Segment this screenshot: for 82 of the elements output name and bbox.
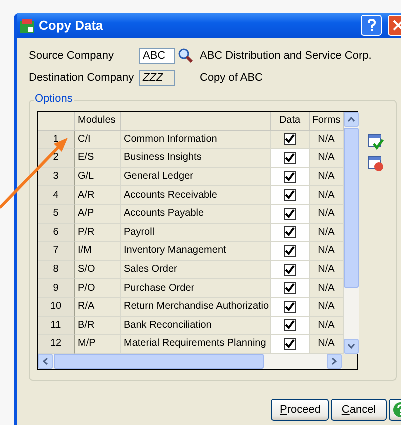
checkbox[interactable] [284, 208, 296, 220]
source-company-field[interactable]: ABC [139, 48, 175, 64]
row-number[interactable]: 12 [38, 335, 75, 354]
column-header[interactable]: Forms [310, 112, 344, 131]
row-number[interactable]: 6 [38, 224, 75, 242]
scroll-left-icon[interactable] [43, 358, 48, 365]
table-cell: N/A [310, 335, 344, 354]
table-cell: N/A [310, 298, 344, 317]
grid-check-icon[interactable] [368, 134, 384, 150]
row-number[interactable]: 11 [38, 316, 75, 336]
table-cell: S/O [75, 260, 121, 280]
checkbox[interactable] [284, 282, 296, 294]
checkbox[interactable] [284, 300, 296, 313]
app-icon [19, 18, 35, 34]
field-label: Destination Company [29, 72, 136, 84]
checkbox[interactable] [284, 319, 296, 332]
row-number[interactable]: 3 [38, 168, 75, 186]
table-cell: N/A [310, 279, 344, 298]
table-cell: N/A [310, 168, 344, 186]
checkbox[interactable] [284, 264, 296, 276]
table-cell: P/R [75, 224, 121, 242]
row-number[interactable]: 7 [38, 242, 75, 261]
table-cell: N/A [310, 204, 344, 224]
table-cell: General Ledger [121, 168, 271, 186]
table-cell: G/L [75, 168, 121, 186]
table-cell: Sales Order [121, 260, 271, 280]
table-cell: Inventory Management [121, 242, 271, 261]
row-number[interactable]: 9 [38, 279, 75, 298]
table-cell: N/A [310, 242, 344, 261]
search-icon[interactable] [178, 48, 194, 64]
table-cell: N/A [310, 224, 344, 242]
table-cell: N/A [310, 316, 344, 336]
column-header[interactable]: Data [271, 112, 310, 131]
table-cell: Material Requirements Planning [121, 335, 271, 354]
company-name: Copy of ABC [200, 72, 263, 84]
grid-clear-icon[interactable] [368, 156, 384, 172]
column-header[interactable]: Modules [75, 112, 121, 131]
table-cell: B/R [75, 316, 121, 336]
table-cell: A/R [75, 186, 121, 205]
table-cell: A/P [75, 204, 121, 224]
table-cell: R/A [75, 298, 121, 317]
scroll-down-icon[interactable] [348, 344, 355, 349]
checkbox[interactable] [284, 152, 296, 164]
field-label: Source Company [29, 50, 115, 62]
row-number[interactable]: 5 [38, 204, 75, 224]
table-cell: P/O [75, 279, 121, 298]
table-cell: E/S [75, 149, 121, 168]
table-cell: N/A [310, 149, 344, 168]
row-number[interactable]: 8 [38, 260, 75, 280]
table-cell: Return Merchandise Authorizatio [121, 298, 271, 317]
table-cell: Payroll [121, 224, 271, 242]
horizontal-scrollbar[interactable] [38, 354, 342, 369]
table-cell: I/M [75, 242, 121, 261]
vertical-scrollbar[interactable] [344, 112, 359, 354]
checkbox[interactable] [284, 133, 296, 146]
table-cell: Accounts Receivable [121, 186, 271, 205]
proceed-button[interactable]: Proceed [271, 399, 329, 421]
row-number[interactable]: 10 [38, 298, 75, 317]
help-icon[interactable] [361, 15, 382, 36]
table-cell: Common Information [121, 130, 271, 150]
checkbox[interactable] [284, 170, 296, 183]
table-cell: Accounts Payable [121, 204, 271, 224]
company-name: ABC Distribution and Service Corp. [200, 50, 372, 62]
cancel-button[interactable]: Cancel [331, 399, 387, 421]
checkbox[interactable] [284, 226, 296, 238]
table-cell: M/P [75, 335, 121, 354]
table-cell: N/A [310, 186, 344, 205]
scroll-up-icon[interactable] [348, 117, 355, 122]
table-cell: Business Insights [121, 149, 271, 168]
table-cell: C/I [75, 130, 121, 150]
checkbox[interactable] [284, 244, 296, 257]
group-title: Options [34, 93, 74, 105]
table-cell: Bank Reconciliation [121, 316, 271, 336]
scroll-right-icon[interactable] [332, 358, 337, 365]
row-number[interactable]: 4 [38, 186, 75, 205]
table-cell: N/A [310, 130, 344, 150]
checkbox[interactable] [284, 189, 296, 202]
checkbox[interactable] [284, 338, 296, 350]
table-cell: Purchase Order [121, 279, 271, 298]
destination-company-field: ZZZ [139, 70, 175, 86]
window-title: Copy Data [39, 18, 104, 33]
table-cell: N/A [310, 260, 344, 280]
